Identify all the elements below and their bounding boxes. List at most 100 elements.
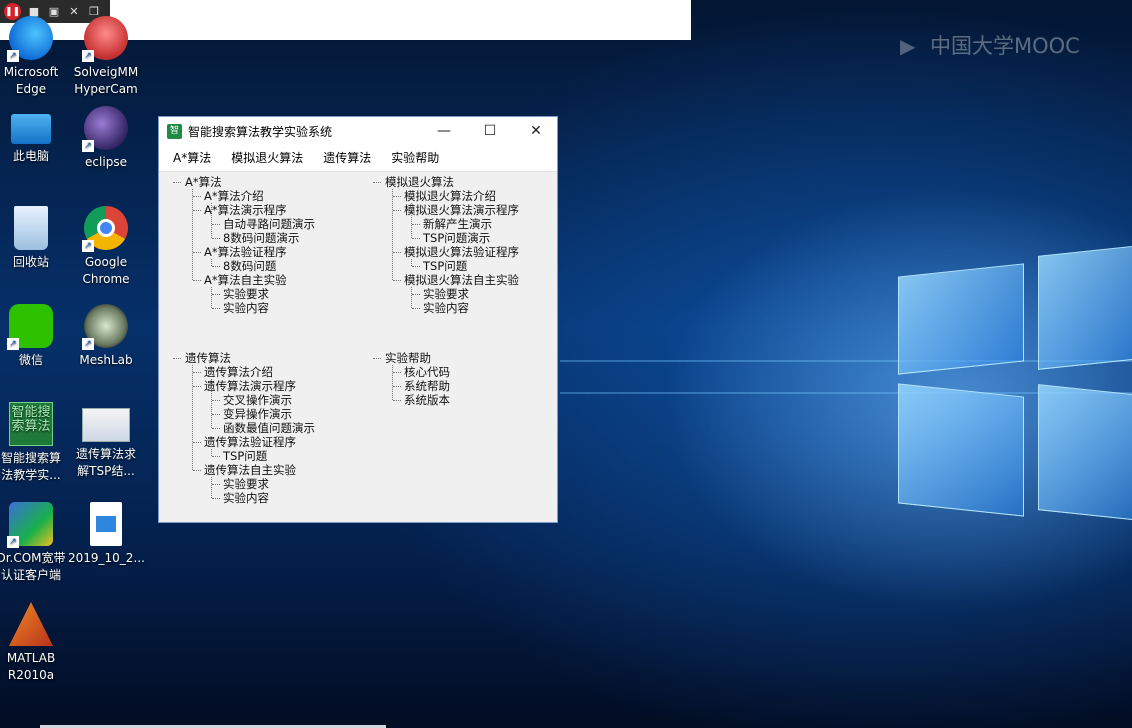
desktop-icon-hypercam[interactable]: ↗ SolveigMM HyperCam xyxy=(68,16,144,98)
tree-node[interactable]: A*算法介绍 xyxy=(171,189,361,203)
tree-node[interactable]: 8数码问题 xyxy=(171,259,361,273)
title-bar[interactable]: 智 智能搜索算法教学实验系统 — ☐ ✕ xyxy=(159,117,557,145)
window-title: 智能搜索算法教学实验系统 xyxy=(188,124,333,139)
icon-label: 回收站 xyxy=(12,255,49,269)
tree-node[interactable]: 模拟退火算法演示程序 xyxy=(371,203,556,217)
shortcut-arrow-icon: ↗ xyxy=(7,50,19,62)
tree-node[interactable]: 实验内容 xyxy=(171,491,361,505)
tree-node[interactable]: 自动寻路问题演示 xyxy=(171,217,361,231)
tree-node[interactable]: A*算法演示程序 xyxy=(171,203,361,217)
edge-icon: ↗ xyxy=(7,16,53,62)
wechat-icon: ↗ xyxy=(7,304,53,350)
menu-bar: A*算法 模拟退火算法 遗传算法 实验帮助 xyxy=(159,145,557,172)
icon-label: 遗传算法求 xyxy=(75,447,136,461)
app-icon: 智 xyxy=(167,123,182,139)
minimize-button[interactable]: — xyxy=(421,117,467,145)
shortcut-arrow-icon: ↗ xyxy=(7,338,19,350)
ga-tsp-thumbnail-icon xyxy=(82,408,130,442)
maximize-button[interactable]: ☐ xyxy=(467,117,513,145)
meshlab-icon: ↗ xyxy=(82,304,128,350)
close-button[interactable]: ✕ xyxy=(513,117,559,145)
icon-label: 法教学实... xyxy=(1,468,61,482)
shortcut-arrow-icon: ↗ xyxy=(7,536,19,548)
shortcut-arrow-icon: ↗ xyxy=(82,338,94,350)
icon-label: 认证客户端 xyxy=(0,568,61,582)
menu-astar[interactable]: A*算法 xyxy=(159,145,221,171)
tree-node[interactable]: A*算法验证程序 xyxy=(171,245,361,259)
tree-node[interactable]: 交叉操作演示 xyxy=(171,393,361,407)
icon-label: SolveigMM xyxy=(73,65,139,79)
desktop-icon-drcom[interactable]: ↗ Dr.COM宽带 认证客户端 xyxy=(0,502,69,584)
desktop-icon-search-algo[interactable]: 智能搜索算法 智能搜索算 法教学实... xyxy=(0,402,69,484)
shortcut-arrow-icon: ↗ xyxy=(82,140,94,152)
desktop-icon-eclipse[interactable]: ↗ eclipse xyxy=(68,106,144,171)
eclipse-icon: ↗ xyxy=(82,106,128,152)
desktop-icon-chrome[interactable]: ↗ Google Chrome xyxy=(68,206,144,288)
tree-node[interactable]: A*算法 xyxy=(171,175,361,189)
tree-node[interactable]: A*算法自主实验 xyxy=(171,273,361,287)
shortcut-arrow-icon: ↗ xyxy=(82,240,94,252)
tree-node[interactable]: 实验要求 xyxy=(371,287,556,301)
icon-label: Edge xyxy=(15,82,47,96)
icon-label: MATLAB xyxy=(6,651,56,665)
tree-node[interactable]: 系统帮助 xyxy=(371,379,556,393)
tree-node[interactable]: TSP问题 xyxy=(171,449,361,463)
tree-node[interactable]: 模拟退火算法 xyxy=(371,175,556,189)
tree-node[interactable]: 遗传算法自主实验 xyxy=(171,463,361,477)
icon-label: eclipse xyxy=(85,155,127,169)
tree-node[interactable]: 核心代码 xyxy=(371,365,556,379)
tree-node[interactable]: 变异操作演示 xyxy=(171,407,361,421)
tree-node[interactable]: 系统版本 xyxy=(371,393,556,407)
tree-node[interactable]: 遗传算法验证程序 xyxy=(171,435,361,449)
menu-genetic[interactable]: 遗传算法 xyxy=(313,145,381,171)
menu-simulated-annealing[interactable]: 模拟退火算法 xyxy=(221,145,313,171)
desktop-icon-this-pc[interactable]: 此电脑 xyxy=(0,106,69,165)
desktop-icon-edge[interactable]: ↗ Microsoft Edge xyxy=(0,16,69,98)
zhi-icon-text: 智能搜索算法 xyxy=(11,405,51,434)
desktop-icon-wechat[interactable]: ↗ 微信 xyxy=(0,304,69,369)
icon-label: Chrome xyxy=(82,272,130,286)
tree-node[interactable]: 实验内容 xyxy=(371,301,556,315)
icon-label: Dr.COM宽带 xyxy=(0,551,66,565)
icon-label: 解TSP结... xyxy=(77,464,135,478)
tree-node[interactable]: 实验帮助 xyxy=(371,351,556,365)
icon-label: 智能搜索算 xyxy=(0,451,61,465)
tree-node[interactable]: 遗传算法介绍 xyxy=(171,365,361,379)
tree-genetic: 遗传算法 遗传算法介绍 遗传算法演示程序 交叉操作演示 变异操作演示 函数最值问… xyxy=(171,351,361,511)
mooc-logo-icon: ▶ xyxy=(900,34,916,58)
tree-node[interactable]: 实验内容 xyxy=(171,301,361,315)
tree-node[interactable]: 实验要求 xyxy=(171,287,361,301)
mooc-watermark: ▶ 中国大学MOOC xyxy=(900,30,1080,60)
desktop-icon-video[interactable]: 2019_10_2... xyxy=(68,502,145,567)
tree-node[interactable]: TSP问题 xyxy=(371,259,556,273)
tree-node[interactable]: 新解产生演示 xyxy=(371,217,556,231)
computer-icon xyxy=(11,114,51,144)
icon-label: 此电脑 xyxy=(12,149,49,163)
matlab-icon xyxy=(9,602,53,646)
recycle-bin-icon xyxy=(14,206,48,250)
search-algorithm-app-icon: 智能搜索算法 xyxy=(9,402,53,446)
tree-node[interactable]: 遗传算法 xyxy=(171,351,361,365)
tree-node[interactable]: 8数码问题演示 xyxy=(171,231,361,245)
icon-label: 2019_10_2... xyxy=(68,551,145,565)
app-window: 智 智能搜索算法教学实验系统 — ☐ ✕ A*算法 模拟退火算法 遗传算法 实验… xyxy=(158,116,558,523)
watermark-text: 中国大学MOOC xyxy=(930,34,1080,58)
tree-node[interactable]: 遗传算法演示程序 xyxy=(171,379,361,393)
desktop-icon-recycle-bin[interactable]: 回收站 xyxy=(0,206,69,271)
tree-node[interactable]: 实验要求 xyxy=(171,477,361,491)
windows-logo xyxy=(880,238,1132,528)
tree-node[interactable]: 模拟退火算法介绍 xyxy=(371,189,556,203)
desktop-icon-meshlab[interactable]: ↗ MeshLab xyxy=(68,304,144,369)
desktop-icon-ga-tsp[interactable]: 遗传算法求 解TSP结... xyxy=(68,402,144,480)
tree-node[interactable]: 函数最值问题演示 xyxy=(171,421,361,435)
menu-help[interactable]: 实验帮助 xyxy=(381,145,449,171)
icon-label: 微信 xyxy=(18,353,43,367)
tree-node[interactable]: TSP问题演示 xyxy=(371,231,556,245)
hypercam-icon: ↗ xyxy=(82,16,128,62)
tree-node[interactable]: 模拟退火算法验证程序 xyxy=(371,245,556,259)
chrome-icon: ↗ xyxy=(82,206,128,252)
tree-help: 实验帮助 核心代码 系统帮助 系统版本 xyxy=(371,351,556,411)
icon-label: HyperCam xyxy=(74,82,138,96)
desktop-icon-matlab[interactable]: MATLAB R2010a xyxy=(0,602,69,684)
tree-node[interactable]: 模拟退火算法自主实验 xyxy=(371,273,556,287)
